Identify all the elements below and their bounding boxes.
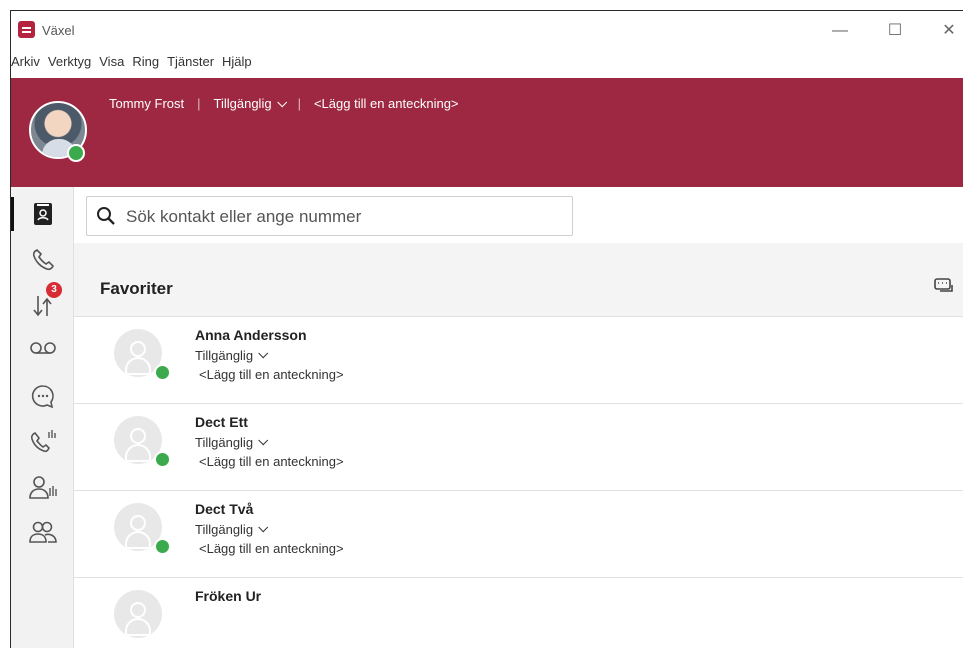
contact-presence-dropdown[interactable]: Tillgänglig bbox=[195, 522, 269, 537]
nav-voicemail[interactable] bbox=[11, 327, 74, 369]
note-prompt[interactable]: <Lägg till en anteckning> bbox=[314, 96, 459, 111]
contact-name: Dect Två bbox=[195, 501, 254, 517]
user-status-line: Tommy Frost | Tillgänglig | <Lägg till e… bbox=[109, 96, 459, 111]
chevron-down-icon bbox=[258, 348, 269, 359]
menu-ring[interactable]: Ring bbox=[132, 54, 166, 76]
online-status-icon bbox=[154, 364, 171, 381]
nav-call-statistics[interactable] bbox=[11, 421, 74, 463]
contact-row-froken-ur[interactable]: Fröken Ur bbox=[74, 578, 963, 648]
menu-arkiv[interactable]: Arkiv bbox=[11, 54, 47, 76]
user-name: Tommy Frost bbox=[109, 96, 185, 111]
separator: | bbox=[197, 96, 201, 111]
online-status-icon bbox=[154, 451, 171, 468]
profile-header: Tommy Frost | Tillgänglig | <Lägg till e… bbox=[11, 78, 963, 187]
contact-note[interactable]: <Lägg till en anteckning> bbox=[199, 541, 344, 556]
nav-calls[interactable] bbox=[11, 239, 74, 281]
menu-bar: Arkiv Verktyg Visa Ring Tjänster Hjälp bbox=[11, 54, 260, 76]
search-icon bbox=[97, 207, 115, 225]
group-icon bbox=[28, 521, 57, 543]
nav-user-statistics[interactable] bbox=[11, 467, 74, 509]
search-input[interactable] bbox=[126, 205, 556, 229]
nav-transfer[interactable]: 3 bbox=[11, 282, 74, 327]
search-box[interactable] bbox=[86, 196, 573, 236]
online-status-icon bbox=[154, 538, 171, 555]
missed-count-badge: 3 bbox=[46, 282, 62, 298]
contact-name: Anna Andersson bbox=[195, 327, 307, 343]
app-logo-icon bbox=[18, 21, 35, 38]
nav-chat[interactable] bbox=[11, 375, 74, 417]
contact-presence-label: Tillgänglig bbox=[195, 522, 254, 537]
user-stats-icon bbox=[28, 476, 57, 499]
presence-dropdown[interactable]: Tillgänglig bbox=[213, 96, 287, 111]
nav-groups[interactable] bbox=[11, 511, 74, 553]
menu-hjalp[interactable]: Hjälp bbox=[222, 54, 259, 76]
contact-row-anna-andersson[interactable]: Anna Andersson Tillgänglig <Lägg till en… bbox=[74, 317, 963, 404]
chevron-down-icon bbox=[276, 97, 287, 108]
favorites-title: Favoriter bbox=[100, 279, 173, 298]
contacts-icon bbox=[33, 203, 52, 225]
contact-note[interactable]: <Lägg till en anteckning> bbox=[199, 367, 344, 382]
contact-row-dect-ett[interactable]: Dect Ett Tillgänglig <Lägg till en antec… bbox=[74, 404, 963, 491]
favorites-list: Anna Andersson Tillgänglig <Lägg till en… bbox=[74, 317, 963, 648]
contact-row-dect-tva[interactable]: Dect Två Tillgänglig <Lägg till en antec… bbox=[74, 491, 963, 578]
contact-note[interactable]: <Lägg till en anteckning> bbox=[199, 454, 344, 469]
navigation-rail: 3 bbox=[11, 187, 74, 648]
nav-contacts[interactable] bbox=[11, 193, 74, 235]
phone-icon bbox=[32, 249, 54, 271]
main-panel: Favoriter Anna Andersson Tillgänglig <Lä… bbox=[74, 187, 963, 648]
contact-presence-dropdown[interactable]: Tillgänglig bbox=[195, 435, 269, 450]
separator-2: | bbox=[297, 96, 301, 111]
title-bar: Växel — ☐ ✕ bbox=[11, 11, 963, 51]
chat-icon bbox=[31, 385, 54, 409]
maximize-button[interactable]: ☐ bbox=[881, 19, 909, 43]
minimize-button[interactable]: — bbox=[826, 19, 854, 43]
chevron-down-icon bbox=[258, 435, 269, 446]
online-status-icon bbox=[67, 144, 85, 162]
contact-presence-dropdown[interactable]: Tillgänglig bbox=[195, 348, 269, 363]
chevron-down-icon bbox=[258, 522, 269, 533]
contact-presence-label: Tillgänglig bbox=[195, 435, 254, 450]
favorites-header: Favoriter bbox=[74, 243, 963, 317]
contact-avatar-icon bbox=[114, 590, 162, 638]
group-chat-icon[interactable] bbox=[934, 276, 954, 296]
presence-label: Tillgänglig bbox=[213, 96, 272, 111]
call-stats-icon bbox=[30, 430, 56, 453]
window-title: Växel bbox=[42, 23, 75, 38]
contact-name: Dect Ett bbox=[195, 414, 248, 430]
close-button[interactable]: ✕ bbox=[935, 19, 963, 43]
app-window: Växel — ☐ ✕ Arkiv Verktyg Visa Ring Tjän… bbox=[10, 10, 963, 648]
contact-name: Fröken Ur bbox=[195, 588, 262, 604]
menu-visa[interactable]: Visa bbox=[99, 54, 131, 76]
menu-verktyg[interactable]: Verktyg bbox=[48, 54, 98, 76]
menu-tjanster[interactable]: Tjänster bbox=[167, 54, 221, 76]
voicemail-icon bbox=[29, 342, 56, 354]
contact-presence-label: Tillgänglig bbox=[195, 348, 254, 363]
